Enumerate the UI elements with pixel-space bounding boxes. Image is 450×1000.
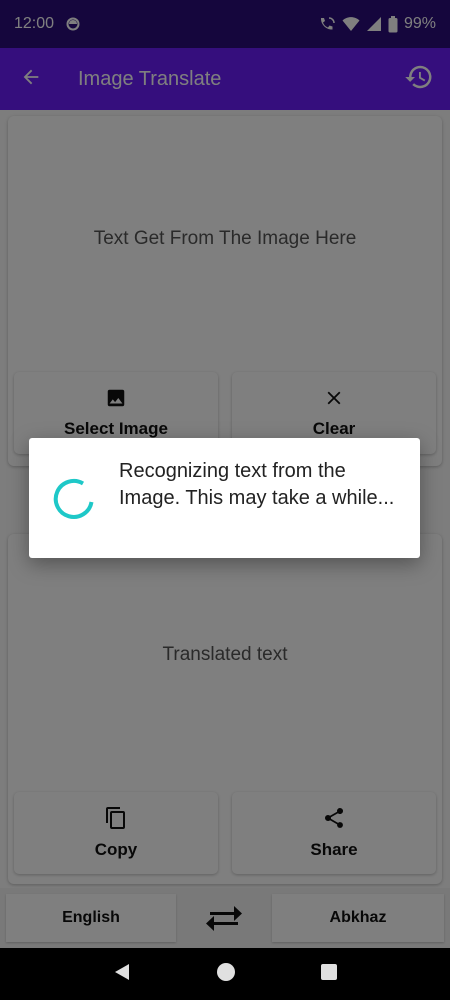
system-nav-bar — [0, 948, 450, 1000]
nav-recents-icon[interactable] — [320, 963, 338, 986]
nav-home-icon[interactable] — [216, 962, 236, 987]
loading-spinner-icon — [53, 478, 95, 520]
progress-message: Recognizing text from the Image. This ma… — [119, 460, 395, 509]
nav-back-icon[interactable] — [112, 962, 132, 987]
progress-dialog: Recognizing text from the Image. This ma… — [29, 438, 420, 558]
